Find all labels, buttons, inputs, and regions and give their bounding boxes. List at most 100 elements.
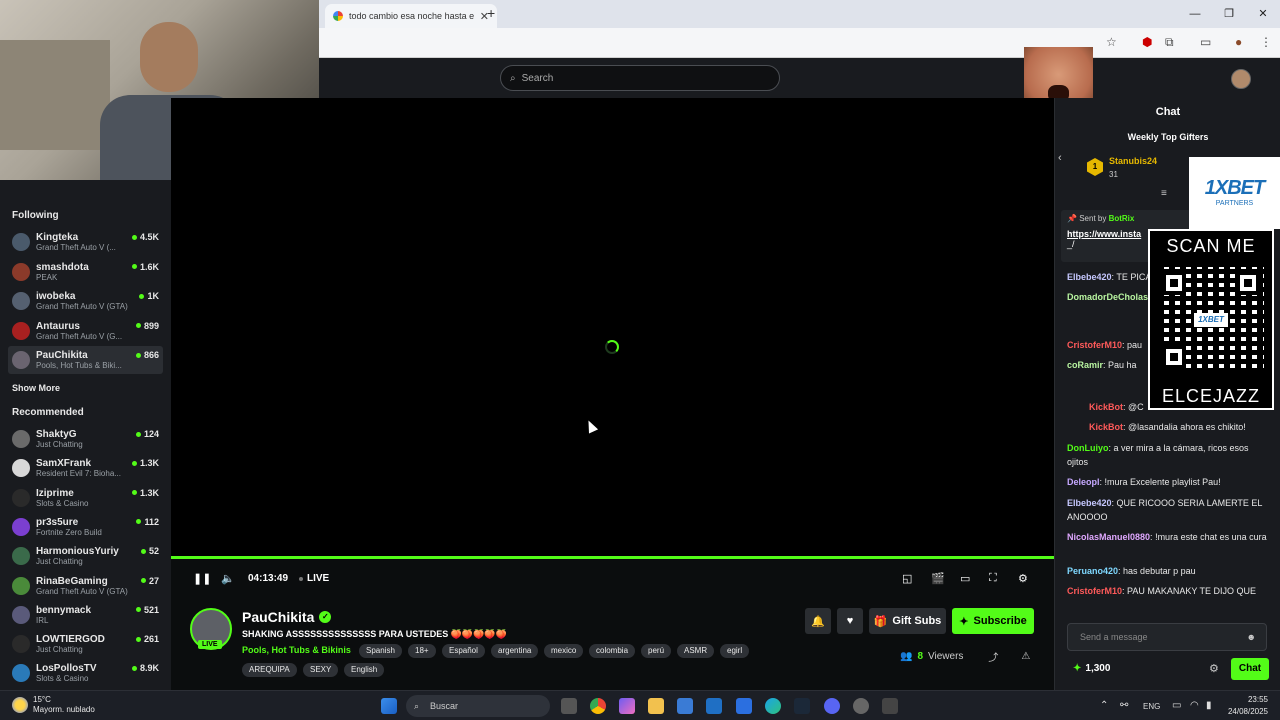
send-chat-button[interactable]: Chat bbox=[1231, 658, 1269, 680]
star-icon[interactable]: ☆ bbox=[1106, 35, 1117, 49]
outlook-icon[interactable] bbox=[706, 698, 722, 714]
pin-expand-icon[interactable]: ≡ bbox=[1161, 188, 1167, 199]
language-indicator[interactable]: ENG bbox=[1143, 702, 1160, 711]
sidebar-item-pauchikita[interactable]: PauChikita Pools, Hot Tubs & Biki... 866 bbox=[8, 346, 163, 374]
tray-network-icon[interactable]: ⚯ bbox=[1120, 700, 1128, 711]
chat-username[interactable]: Elbebe420 bbox=[1067, 272, 1112, 282]
extension-shield-icon[interactable]: ⬢ bbox=[1142, 35, 1152, 49]
stream-tag[interactable]: colombia bbox=[589, 644, 636, 658]
sidebar-item-shaktyg[interactable]: ShaktyG Just Chatting 124 bbox=[8, 425, 163, 453]
chat-username[interactable]: DomadorDeCholas bbox=[1067, 292, 1148, 302]
sidebar-item-harmoniousyuriy[interactable]: HarmoniousYuriy Just Chatting 52 bbox=[8, 542, 163, 570]
chat-username[interactable]: CristoferM10 bbox=[1067, 340, 1122, 350]
stream-tag[interactable]: argentina bbox=[491, 644, 539, 658]
tray-battery-icon[interactable]: ▮ bbox=[1206, 700, 1212, 711]
windows-start-icon[interactable] bbox=[381, 698, 397, 714]
profile-icon[interactable]: ● bbox=[1235, 35, 1242, 49]
menu-dots-icon[interactable]: ⋮ bbox=[1260, 35, 1272, 49]
sidebar-item-rinabegaming[interactable]: RinaBeGaming Grand Theft Auto V (GTA) 27 bbox=[8, 572, 163, 600]
stream-tag[interactable]: SEXY bbox=[303, 663, 339, 677]
clock[interactable]: 23:55 24/08/2025 bbox=[1228, 694, 1268, 718]
follow-heart-button[interactable]: ♥ bbox=[837, 608, 863, 634]
chat-username[interactable]: CristoferM10 bbox=[1067, 586, 1122, 596]
stream-tag[interactable]: English bbox=[344, 663, 385, 677]
volume-icon[interactable]: 🔈 bbox=[221, 572, 235, 585]
weather-widget[interactable]: 15°C Mayorm. nublado bbox=[12, 695, 95, 715]
pip-icon[interactable]: ◱ bbox=[902, 572, 912, 585]
stream-tag[interactable]: 18+ bbox=[408, 644, 436, 658]
tray-chevron-icon[interactable]: ⌃ bbox=[1100, 700, 1108, 711]
cast-icon[interactable]: ▭ bbox=[1200, 35, 1211, 49]
calculator-icon[interactable] bbox=[882, 698, 898, 714]
chat-username[interactable]: coRamir bbox=[1067, 360, 1103, 370]
top-gifter-name[interactable]: Stanubis24 bbox=[1109, 156, 1157, 166]
sidebar-item-iziprime[interactable]: Iziprime Slots & Casino 1.3K bbox=[8, 484, 163, 512]
show-more-link[interactable]: Show More bbox=[12, 383, 60, 393]
close-window-icon[interactable]: ✕ bbox=[1246, 0, 1280, 28]
extensions-icon[interactable]: ⧉ bbox=[1165, 35, 1174, 50]
sidebar-item-kingteka[interactable]: Kingteka Grand Theft Auto V (... 4.5K bbox=[8, 228, 163, 256]
stream-tag[interactable]: Spanish bbox=[359, 644, 402, 658]
chat-username[interactable]: KickBot bbox=[1089, 422, 1123, 432]
stream-tag[interactable]: perú bbox=[641, 644, 672, 658]
chat-settings-gear-icon[interactable]: ⚙ bbox=[1209, 662, 1219, 675]
share-icon[interactable]: ⤴ bbox=[988, 649, 998, 664]
sidebar-item-iwobeka[interactable]: iwobeka Grand Theft Auto V (GTA) 1K bbox=[8, 287, 163, 315]
points-value: 1,300 bbox=[1085, 663, 1111, 674]
stream-category[interactable]: Pools, Hot Tubs & Bikinis bbox=[242, 645, 351, 655]
search-input[interactable]: ⌕ Search bbox=[500, 65, 780, 91]
sidebar-item-pr3s5ure[interactable]: pr3s5ure Fortnite Zero Build 112 bbox=[8, 513, 163, 541]
sidebar-item-antaurus[interactable]: Antaurus Grand Theft Auto V (G... 899 bbox=[8, 317, 163, 345]
sidebar-item-lowtiergod[interactable]: LOWTIERGOD Just Chatting 261 bbox=[8, 630, 163, 658]
taskbar-search[interactable]: ⌕ Buscar bbox=[406, 695, 550, 717]
edge-icon[interactable] bbox=[765, 698, 781, 714]
fullscreen-icon[interactable]: ⛶ bbox=[989, 572, 997, 585]
copilot-icon[interactable] bbox=[619, 698, 635, 714]
browser-tab[interactable]: todo cambio esa noche hasta e ✕ bbox=[325, 4, 497, 28]
chat-username[interactable]: NicolasManuel0880 bbox=[1067, 532, 1150, 542]
chat-message-input[interactable]: Send a message ☻ bbox=[1067, 623, 1267, 651]
subscribe-button[interactable]: ✦ Subscribe bbox=[952, 608, 1034, 634]
clip-icon[interactable]: 🎬 bbox=[931, 572, 945, 585]
stream-tag[interactable]: egirl bbox=[720, 644, 750, 658]
obs-icon[interactable] bbox=[853, 698, 869, 714]
notification-bell-button[interactable]: 🔔 bbox=[805, 608, 831, 634]
stream-tag[interactable]: AREQUIPA bbox=[242, 663, 297, 677]
sidebar-item-bennymack[interactable]: bennymack IRL 521 bbox=[8, 601, 163, 629]
discord-icon[interactable] bbox=[824, 698, 840, 714]
sidebar-item-lospollostv[interactable]: LosPollosTV Slots & Casino 8.9K bbox=[8, 659, 163, 687]
pause-icon[interactable]: ❚❚ bbox=[193, 572, 211, 585]
stream-tag[interactable]: Español bbox=[442, 644, 485, 658]
tray-wifi-icon[interactable]: ◠ bbox=[1190, 700, 1199, 711]
chat-username[interactable]: Elbebe420 bbox=[1067, 498, 1112, 508]
stream-tag[interactable]: ASMR bbox=[677, 644, 715, 658]
chat-username[interactable]: KickBot bbox=[1089, 402, 1123, 412]
chrome-icon[interactable] bbox=[590, 698, 606, 714]
settings-gear-icon[interactable]: ⚙ bbox=[1018, 572, 1028, 585]
file-explorer-icon[interactable] bbox=[648, 698, 664, 714]
gift-subs-button[interactable]: 🎁 Gift Subs bbox=[869, 608, 946, 634]
task-view-icon[interactable] bbox=[561, 698, 577, 714]
emoji-icon[interactable]: ☻ bbox=[1247, 624, 1256, 650]
channel-points[interactable]: ✦ 1,300 bbox=[1073, 663, 1110, 674]
sidebar-item-smashdota[interactable]: smashdota PEAK 1.6K bbox=[8, 258, 163, 286]
stream-tag[interactable]: mexico bbox=[544, 644, 584, 658]
chevron-left-icon[interactable]: ‹ bbox=[1058, 152, 1062, 164]
chat-username[interactable]: DonLuiyo bbox=[1067, 443, 1109, 453]
video-player[interactable] bbox=[171, 98, 1054, 558]
tray-display-icon[interactable]: ▭ bbox=[1172, 700, 1181, 711]
browser-tab-bar: todo cambio esa noche hasta e ✕ + — ❐ ✕ bbox=[319, 0, 1280, 28]
report-icon[interactable]: ⚠ bbox=[1021, 651, 1030, 662]
steam-icon[interactable] bbox=[794, 698, 810, 714]
theater-mode-icon[interactable]: ▭ bbox=[960, 572, 970, 585]
minimize-icon[interactable]: — bbox=[1178, 0, 1212, 28]
sidebar-item-samxfrank[interactable]: SamXFrank Resident Evil 7: Bioha... 1.3K bbox=[8, 454, 163, 482]
chat-username[interactable]: Peruano420 bbox=[1067, 566, 1118, 576]
chat-username[interactable]: Deleopl bbox=[1067, 477, 1100, 487]
channel-name[interactable]: PauChikita bbox=[242, 609, 314, 625]
new-tab-button[interactable]: + bbox=[487, 5, 495, 21]
store-icon[interactable] bbox=[677, 698, 693, 714]
dropbox-icon[interactable] bbox=[736, 698, 752, 714]
maximize-icon[interactable]: ❐ bbox=[1212, 0, 1246, 28]
user-avatar[interactable] bbox=[1231, 69, 1251, 89]
